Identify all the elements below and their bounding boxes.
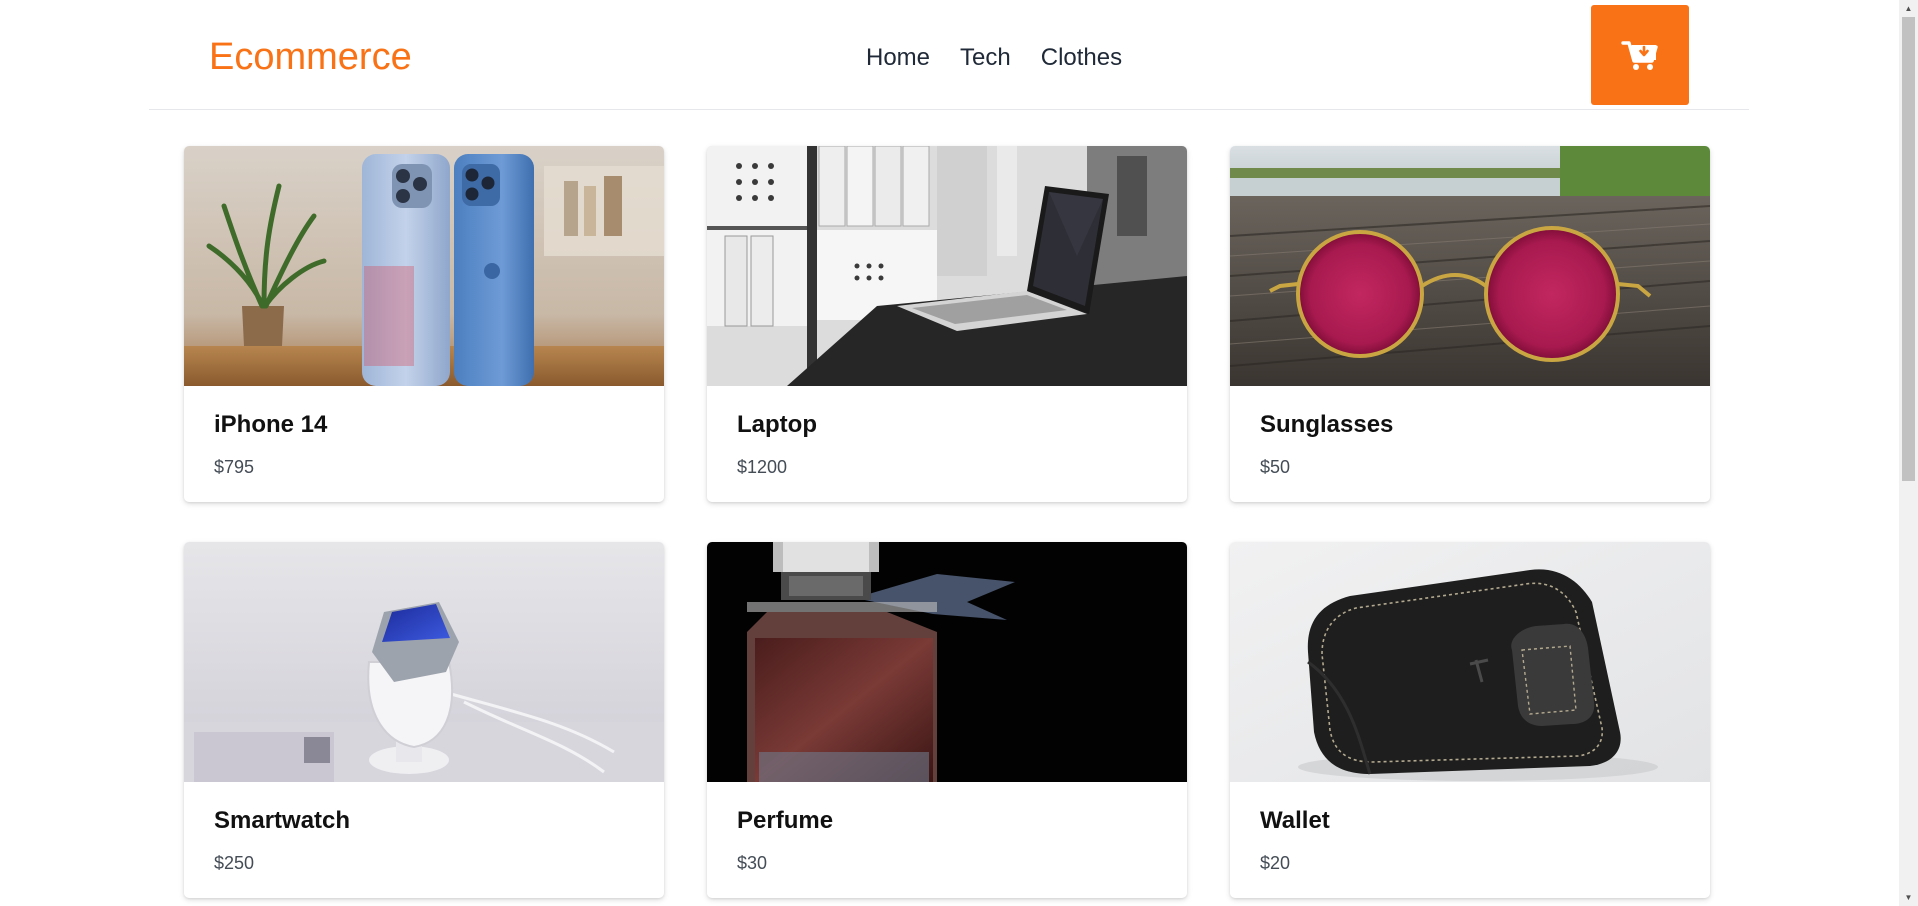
site-logo[interactable]: Ecommerce — [209, 34, 412, 80]
card-body: Sunglasses $50 — [1230, 386, 1710, 479]
product-name[interactable]: Laptop — [737, 410, 1157, 440]
perfume-photo — [707, 542, 1187, 782]
card-body: Smartwatch $250 — [184, 782, 664, 875]
iphone-photo — [184, 146, 664, 386]
site-header: Ecommerce Home Tech Clothes — [149, 0, 1749, 110]
product-name[interactable]: iPhone 14 — [214, 410, 634, 440]
product-price: $50 — [1260, 457, 1291, 477]
wallet-photo — [1230, 542, 1710, 782]
scroll-down-arrow[interactable]: ▼ — [1899, 889, 1918, 906]
product-name[interactable]: Smartwatch — [214, 806, 634, 836]
product-price: $30 — [737, 853, 768, 873]
laptop-photo — [707, 146, 1187, 386]
product-card[interactable]: Perfume $30 — [707, 542, 1187, 898]
product-name[interactable]: Perfume — [737, 806, 1157, 836]
card-body: iPhone 14 $795 — [184, 386, 664, 479]
sunglasses-photo — [1230, 146, 1710, 386]
card-body: Perfume $30 — [707, 782, 1187, 875]
product-card[interactable]: iPhone 14 $795 — [184, 146, 664, 502]
product-card[interactable]: Wallet $20 — [1230, 542, 1710, 898]
product-grid: iPhone 14 $795 Laptop $1200 Sunglasses $… — [184, 146, 1712, 898]
card-body: Wallet $20 — [1230, 782, 1710, 875]
main-nav: Home Tech Clothes — [866, 42, 1122, 74]
smartwatch-photo — [184, 542, 664, 782]
product-price: $1200 — [737, 457, 788, 477]
product-card[interactable]: Laptop $1200 — [707, 146, 1187, 502]
nav-home-link[interactable]: Home — [866, 42, 930, 74]
product-card[interactable]: Sunglasses $50 — [1230, 146, 1710, 502]
product-name[interactable]: Wallet — [1260, 806, 1680, 836]
nav-tech-link[interactable]: Tech — [960, 42, 1011, 74]
card-body: Laptop $1200 — [707, 386, 1187, 479]
product-price: $795 — [214, 457, 255, 477]
scroll-up-arrow[interactable]: ▲ — [1899, 0, 1918, 17]
product-price: $250 — [214, 853, 255, 873]
product-name[interactable]: Sunglasses — [1260, 410, 1680, 440]
scrollbar-thumb[interactable] — [1902, 17, 1915, 481]
vertical-scrollbar[interactable]: ▲ ▼ — [1899, 0, 1918, 906]
page: Ecommerce Home Tech Clothes iPhone 14 $7… — [0, 0, 1918, 906]
product-price: $20 — [1260, 853, 1291, 873]
product-card[interactable]: Smartwatch $250 — [184, 542, 664, 898]
nav-clothes-link[interactable]: Clothes — [1041, 42, 1122, 74]
cart-download-icon — [1621, 41, 1658, 70]
cart-button[interactable] — [1591, 5, 1689, 105]
